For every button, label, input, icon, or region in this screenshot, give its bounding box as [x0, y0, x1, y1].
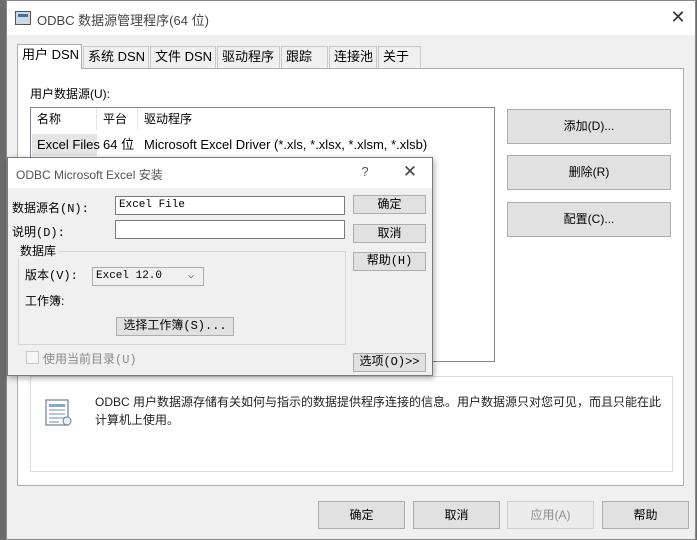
- info-description: ODBC 用户数据源存储有关如何与指示的数据提供程序连接的信息。用户数据源只对您…: [95, 395, 662, 427]
- tab-file-dsn[interactable]: 文件 DSN: [150, 46, 216, 68]
- odbc-app-icon: [15, 11, 31, 25]
- title-bar: ODBC 数据源管理程序(64 位) ✕: [7, 1, 695, 35]
- cancel-button[interactable]: 取消: [413, 501, 500, 529]
- use-current-dir-checkbox[interactable]: [26, 351, 39, 364]
- excel-setup-dialog: ODBC Microsoft Excel 安装 ? ✕ 数据源名(N): Exc…: [7, 157, 433, 376]
- database-group-label: 数据库: [18, 242, 59, 259]
- column-header-platform[interactable]: 平台: [97, 108, 138, 130]
- data-source-info-icon: [45, 399, 72, 426]
- help-icon[interactable]: ?: [358, 164, 372, 182]
- version-select[interactable]: Excel 12.0 ⌵: [92, 267, 204, 286]
- window-title: ODBC 数据源管理程序(64 位): [37, 13, 209, 28]
- select-workbook-button[interactable]: 选择工作簿(S)...: [116, 317, 234, 336]
- ok-button[interactable]: 确定: [318, 501, 405, 529]
- tab-tracing[interactable]: 跟踪: [281, 46, 328, 68]
- use-current-dir-label: 使用当前目录(U): [43, 353, 137, 367]
- tab-connection-pooling[interactable]: 连接池: [329, 46, 377, 68]
- version-label: 版本(V):: [25, 269, 78, 283]
- close-icon[interactable]: ✕: [667, 6, 689, 28]
- description-input[interactable]: [115, 220, 345, 239]
- add-button[interactable]: 添加(D)...: [507, 109, 671, 144]
- apply-button[interactable]: 应用(A): [507, 501, 594, 529]
- configure-button[interactable]: 配置(C)...: [507, 202, 671, 237]
- tab-drivers[interactable]: 驱动程序: [217, 46, 280, 68]
- column-header-name[interactable]: 名称: [31, 108, 97, 130]
- remove-button[interactable]: 删除(R): [507, 155, 671, 190]
- table-row-driver[interactable]: Microsoft Excel Driver (*.xls, *.xlsx, *…: [138, 134, 427, 156]
- description-label: 说明(D):: [12, 226, 65, 240]
- version-select-value: Excel 12.0: [96, 270, 163, 282]
- help-button[interactable]: 帮助: [602, 501, 689, 529]
- column-header-driver[interactable]: 驱动程序: [138, 108, 495, 130]
- dsn-name-label: 数据源名(N):: [12, 202, 89, 216]
- tab-about[interactable]: 关于: [378, 46, 421, 68]
- user-dsn-label: 用户数据源(U):: [30, 87, 110, 101]
- tab-system-dsn[interactable]: 系统 DSN: [83, 46, 149, 68]
- dialog-title-bar: ODBC Microsoft Excel 安装 ? ✕: [8, 158, 432, 188]
- dialog-title: ODBC Microsoft Excel 安装: [16, 168, 163, 182]
- close-icon[interactable]: ✕: [400, 162, 420, 182]
- chevron-down-icon: ⌵: [188, 271, 195, 282]
- dialog-cancel-button[interactable]: 取消: [353, 224, 426, 243]
- dialog-help-button[interactable]: 帮助(H): [353, 252, 426, 271]
- workbook-label: 工作簿:: [25, 294, 65, 308]
- dialog-ok-button[interactable]: 确定: [353, 195, 426, 214]
- dsn-name-input[interactable]: Excel File: [115, 196, 345, 215]
- tab-user-dsn[interactable]: 用户 DSN: [17, 44, 82, 69]
- dialog-options-button[interactable]: 选项(O)>>: [353, 353, 426, 372]
- info-box: ODBC 用户数据源存储有关如何与指示的数据提供程序连接的信息。用户数据源只对您…: [30, 376, 673, 472]
- table-row-platform[interactable]: 64 位: [97, 134, 134, 156]
- table-row-name[interactable]: Excel Files: [31, 134, 100, 156]
